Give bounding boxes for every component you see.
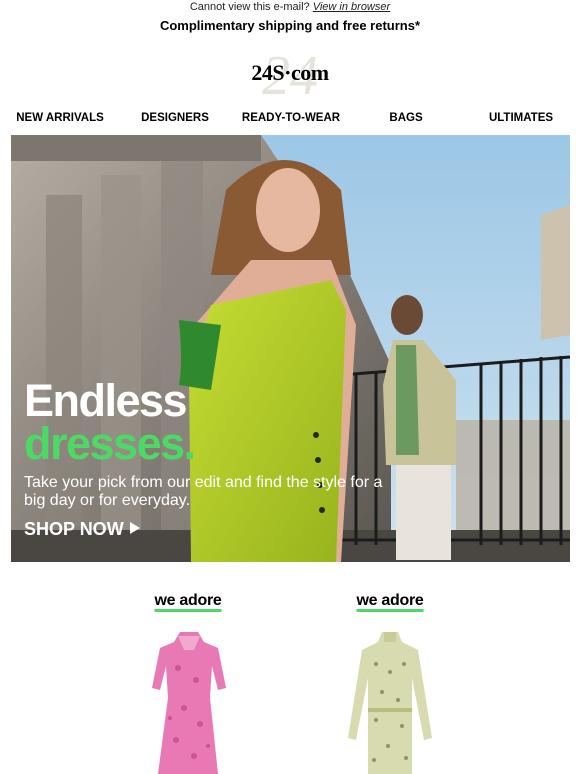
hero-subtitle: Take your pick from our edit and find th…: [24, 474, 383, 509]
product-image-green-dress[interactable]: [346, 628, 434, 774]
product-tag-label: we adore: [356, 592, 424, 609]
main-nav: NEW ARRIVALS DESIGNERS READY-TO-WEAR BAG…: [0, 109, 580, 127]
tag-underline: [356, 609, 424, 612]
shop-now-label: SHOP NOW: [24, 519, 124, 539]
logo-wordmark: 24S·com: [251, 60, 329, 85]
nav-ready-to-wear[interactable]: READY-TO-WEAR: [242, 109, 340, 127]
tag-underline: [154, 609, 222, 612]
product-tag-2: we adore: [356, 592, 424, 612]
shop-now-button[interactable]: SHOP NOW: [24, 518, 140, 540]
nav-bags[interactable]: BAGS: [389, 109, 422, 127]
preheader: Cannot view this e-mail? View in browser: [0, 0, 580, 14]
product-image-pink-dress[interactable]: [148, 628, 230, 774]
shipping-banner: Complimentary shipping and free returns*: [159, 18, 421, 33]
hero-title-line2: dresses.: [24, 418, 196, 469]
product-tag-label: we adore: [154, 592, 222, 609]
view-in-browser-link[interactable]: View in browser: [313, 1, 390, 13]
product-tag-1: we adore: [154, 592, 222, 612]
play-arrow-icon: [129, 522, 140, 534]
nav-designers[interactable]: DESIGNERS: [141, 109, 209, 127]
nav-ultimates[interactable]: ULTIMATES: [489, 109, 553, 127]
nav-new-arrivals[interactable]: NEW ARRIVALS: [16, 109, 104, 127]
hero-banner[interactable]: Endless dresses. Take your pick from our…: [11, 135, 570, 562]
brand-logo[interactable]: 24 24S·com: [240, 48, 340, 98]
preheader-text: Cannot view this e-mail?: [189, 1, 310, 13]
